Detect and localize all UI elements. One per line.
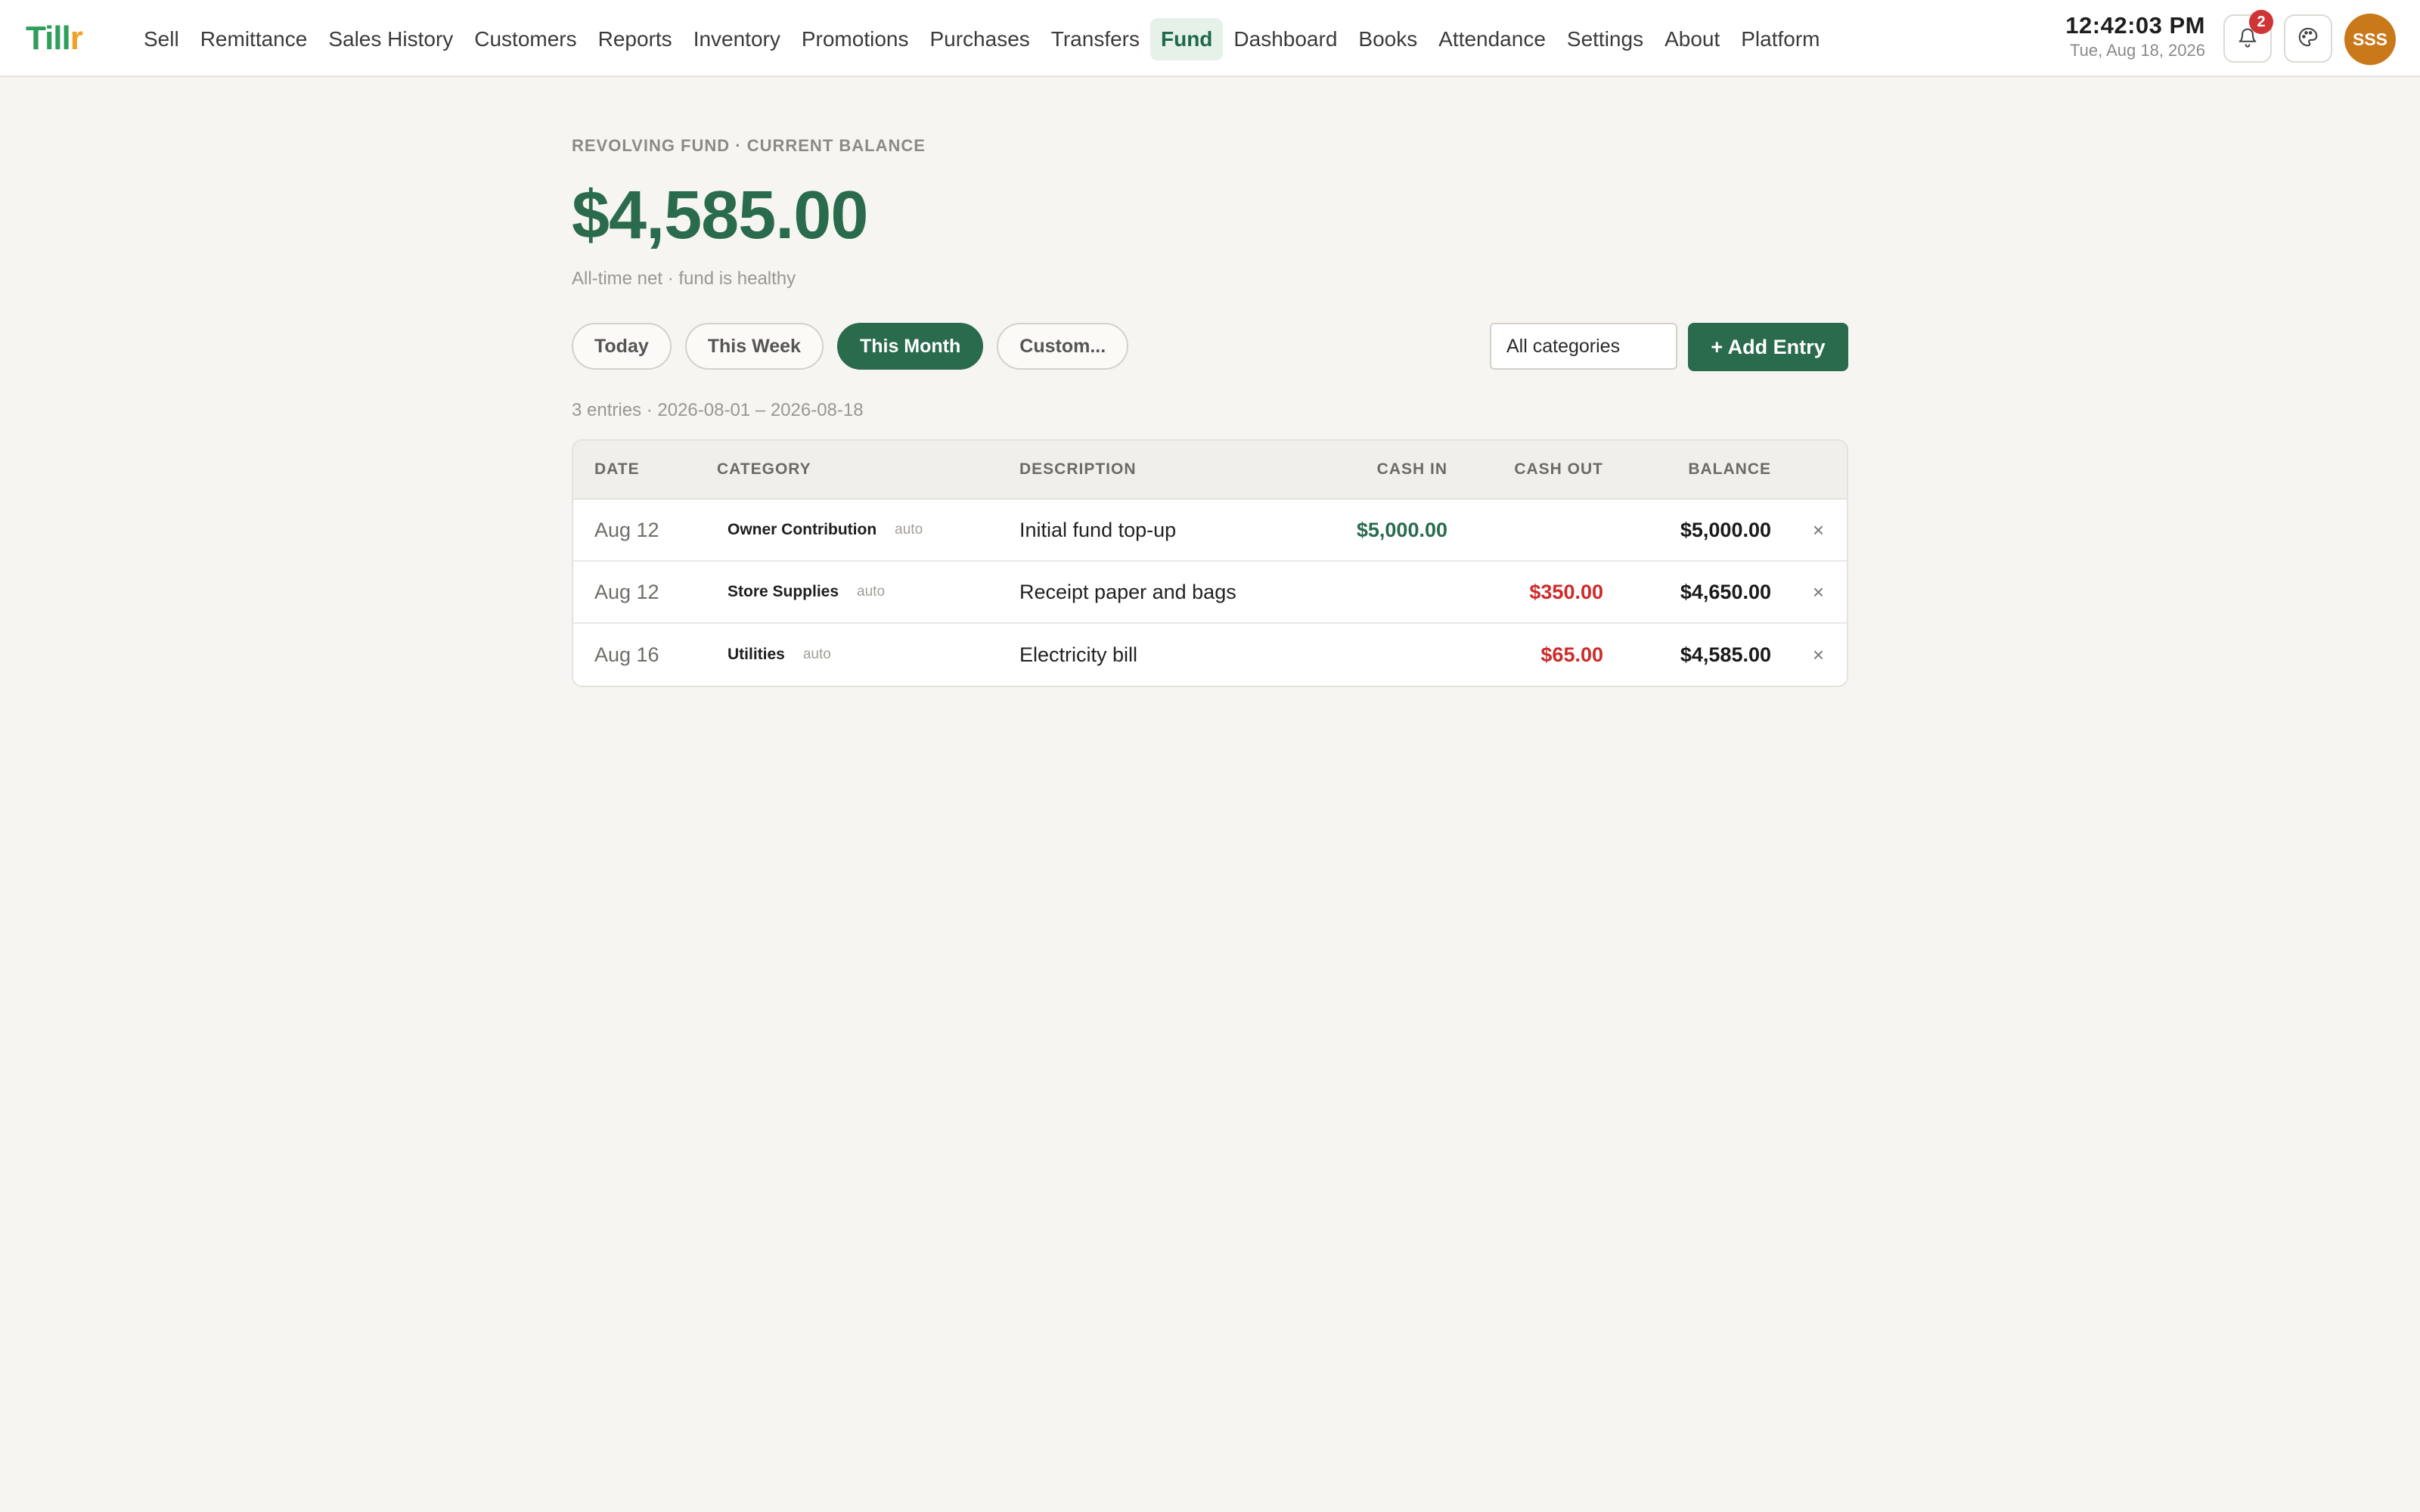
category-name: Owner Contribution: [728, 521, 877, 538]
add-entry-button[interactable]: + Add Entry: [1688, 323, 1848, 371]
user-avatar[interactable]: SSS: [2344, 14, 2396, 65]
row-balance: $4,585.00: [1680, 643, 1771, 666]
table-row: Aug 16 Utilities auto Electricity bill $…: [573, 624, 1847, 686]
range-this-month-button[interactable]: This Month: [836, 323, 984, 370]
date-range-pills: Today This Week This Month Custom...: [572, 323, 1129, 370]
row-description: Initial fund top-up: [1019, 518, 1177, 541]
row-balance: $5,000.00: [1680, 518, 1771, 541]
category-auto-tag: auto: [895, 522, 923, 538]
nav-item-remittance[interactable]: Remittance: [190, 18, 318, 60]
main-nav: Sell Remittance Sales History Customers …: [133, 17, 1831, 62]
nav-item-dashboard[interactable]: Dashboard: [1223, 18, 1348, 60]
row-cash-out: $65.00: [1540, 643, 1603, 666]
nav-item-promotions[interactable]: Promotions: [791, 18, 920, 60]
top-navbar: Till r Sell Remittance Sales History Cust…: [0, 0, 2420, 77]
filter-bar: Today This Week This Month Custom... All…: [572, 323, 1848, 371]
delete-entry-button[interactable]: ×: [1813, 624, 1824, 686]
nav-item-purchases[interactable]: Purchases: [919, 18, 1040, 60]
nav-item-platform[interactable]: Platform: [1730, 18, 1830, 60]
category-auto-tag: auto: [857, 584, 886, 600]
logo-text-accent: r: [70, 20, 83, 57]
category-auto-tag: auto: [802, 646, 831, 662]
header-date: Date: [594, 460, 640, 478]
clock: 12:42:03 PM Tue, Aug 18, 2026: [2065, 12, 2205, 60]
fund-page: Revolving Fund · Current Balance $4,585.…: [572, 136, 1848, 687]
app-logo[interactable]: Till r: [26, 20, 83, 57]
range-today-button[interactable]: Today: [572, 323, 672, 370]
fund-entries-table: Date Category Description Cash In Cash O…: [572, 439, 1848, 687]
row-category: Store Supplies auto: [717, 562, 885, 622]
row-date: Aug 12: [594, 518, 659, 541]
header-category: Category: [717, 460, 811, 478]
row-description: Electricity bill: [1019, 643, 1138, 666]
row-category: Owner Contribution auto: [717, 500, 923, 560]
clock-date: Tue, Aug 18, 2026: [2070, 41, 2205, 60]
row-category: Utilities auto: [717, 624, 831, 686]
nav-item-sales-history[interactable]: Sales History: [318, 18, 464, 60]
row-date: Aug 16: [594, 643, 659, 666]
range-this-week-button[interactable]: This Week: [684, 323, 824, 370]
palette-icon: [2297, 26, 2319, 52]
category-select[interactable]: All categories: [1490, 323, 1677, 370]
nav-item-transfers[interactable]: Transfers: [1041, 18, 1150, 60]
table-row: Aug 12 Store Supplies auto Receipt paper…: [573, 562, 1847, 624]
table-row: Aug 12 Owner Contribution auto Initial f…: [573, 500, 1847, 562]
range-custom-button[interactable]: Custom...: [997, 323, 1129, 370]
category-name: Store Supplies: [728, 583, 839, 600]
header-description: Description: [1019, 460, 1137, 478]
nav-item-attendance[interactable]: Attendance: [1428, 18, 1556, 60]
nav-item-fund[interactable]: Fund: [1150, 18, 1224, 60]
nav-item-sell[interactable]: Sell: [133, 18, 190, 60]
logo-text-main: Till: [26, 20, 71, 57]
nav-item-settings[interactable]: Settings: [1556, 18, 1654, 60]
row-balance: $4,650.00: [1680, 580, 1771, 603]
nav-item-customers[interactable]: Customers: [464, 18, 587, 60]
delete-entry-button[interactable]: ×: [1813, 500, 1824, 560]
category-name: Utilities: [728, 646, 785, 663]
row-description: Receipt paper and bags: [1019, 580, 1236, 603]
nav-item-reports[interactable]: Reports: [588, 18, 683, 60]
row-cash-in: $5,000.00: [1356, 518, 1447, 541]
fund-eyebrow: Revolving Fund · Current Balance: [572, 136, 926, 155]
header-cash-in: Cash In: [1376, 460, 1447, 478]
header-cash-out: Cash Out: [1514, 460, 1603, 478]
table-header: Date Category Description Cash In Cash O…: [573, 441, 1847, 500]
delete-entry-button[interactable]: ×: [1813, 562, 1824, 622]
clock-time: 12:42:03 PM: [2065, 12, 2205, 39]
notification-count-badge: 2: [2249, 10, 2273, 34]
notifications-button[interactable]: 2: [2223, 10, 2273, 63]
nav-item-inventory[interactable]: Inventory: [683, 18, 791, 60]
header-balance: Balance: [1688, 460, 1771, 478]
fund-status: All-time net · fund is healthy: [572, 268, 796, 289]
entries-summary: 3 entries · 2026-08-01 – 2026-08-18: [572, 400, 864, 420]
row-date: Aug 12: [594, 580, 659, 603]
nav-item-about[interactable]: About: [1654, 18, 1730, 60]
row-cash-out: $350.00: [1529, 580, 1603, 603]
theme-button[interactable]: [2284, 14, 2332, 63]
fund-balance: $4,585.00: [572, 178, 868, 253]
nav-item-books[interactable]: Books: [1348, 18, 1428, 60]
